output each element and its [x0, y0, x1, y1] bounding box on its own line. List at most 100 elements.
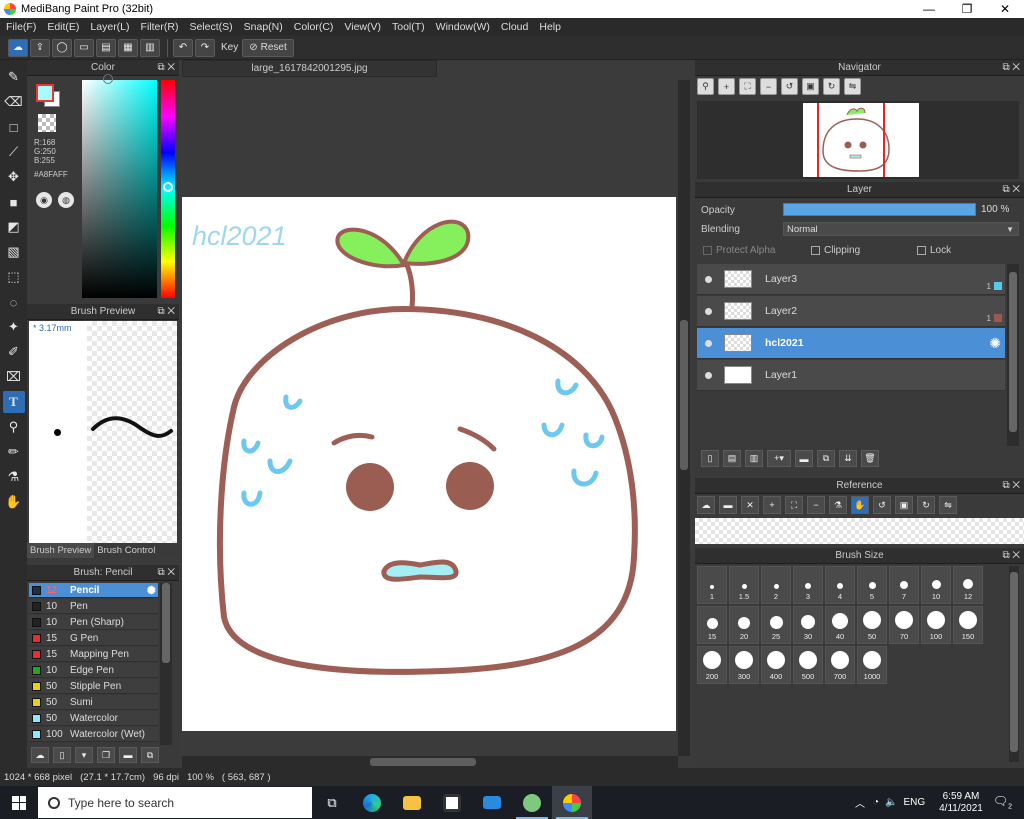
- merge-down-icon[interactable]: ⇊: [839, 450, 857, 467]
- tab-brush-preview[interactable]: Brush Preview: [27, 543, 95, 558]
- brush-item[interactable]: 50 Watercolor: [29, 711, 158, 726]
- add-brush-icon[interactable]: ▾: [75, 747, 93, 763]
- new-brush-icon[interactable]: ▯: [53, 747, 71, 763]
- select-eraser-tool-icon[interactable]: ⌧: [3, 366, 25, 388]
- brush-size-option[interactable]: 15: [697, 606, 727, 644]
- menu-edit[interactable]: Edit(E): [47, 21, 79, 33]
- layer-row-hcl2021[interactable]: hcl2021 ✺: [697, 328, 1005, 359]
- scroll-thumb[interactable]: [1009, 272, 1017, 432]
- transparent-color-swatch[interactable]: [38, 114, 56, 132]
- divide-tool-icon[interactable]: ✏: [3, 441, 25, 463]
- rotate-right-icon[interactable]: ↻: [917, 496, 935, 514]
- cloud-brush-icon[interactable]: ☁: [31, 747, 49, 763]
- network-icon[interactable]: ◔: [873, 797, 879, 808]
- notifications-icon[interactable]: 🗨2: [993, 794, 1012, 810]
- duplicate-icon[interactable]: ⧉: [141, 747, 159, 763]
- brush-size-option[interactable]: 150: [953, 606, 983, 644]
- close-icon[interactable]: ✕: [741, 496, 759, 514]
- gradient-tool-icon[interactable]: ▧: [3, 241, 25, 263]
- chevron-up-icon[interactable]: ︿: [855, 795, 865, 810]
- menu-help[interactable]: Help: [539, 21, 561, 33]
- brush-size-option[interactable]: 12: [953, 566, 983, 604]
- minimize-button[interactable]: —: [910, 0, 948, 18]
- layer-row-layer2[interactable]: Layer2 1: [697, 296, 1005, 327]
- saturation-value-knob[interactable]: [103, 74, 113, 84]
- fill-rect-tool-icon[interactable]: ■: [3, 191, 25, 213]
- brush-size-option[interactable]: 3: [793, 566, 823, 604]
- menu-filter[interactable]: Filter(R): [141, 21, 179, 33]
- brush-item[interactable]: 50 Stipple Pen: [29, 679, 158, 694]
- brush-item[interactable]: 15 G Pen: [29, 631, 158, 646]
- brush-size-option[interactable]: 2: [761, 566, 791, 604]
- redo-icon[interactable]: ↷: [195, 38, 215, 57]
- zoom-in-icon[interactable]: +: [718, 78, 735, 95]
- protect-alpha-checkbox[interactable]: Protect Alpha: [703, 245, 775, 256]
- panel-float-close-icon[interactable]: ⧉ ✕: [157, 62, 175, 73]
- brush-size-option[interactable]: 1000: [857, 646, 887, 684]
- menu-snap[interactable]: Snap(N): [244, 21, 283, 33]
- folder-icon[interactable]: ▬: [795, 450, 813, 467]
- brush-size-option[interactable]: 700: [825, 646, 855, 684]
- rotate-right-icon[interactable]: ↻: [823, 78, 840, 95]
- brush-item[interactable]: 10 Pen (Sharp): [29, 615, 158, 630]
- layer-list-scrollbar[interactable]: [1007, 264, 1019, 446]
- new-layer-8bit-icon[interactable]: ▤: [723, 450, 741, 467]
- lock-checkbox[interactable]: Lock: [917, 245, 951, 256]
- canvas-horizontal-scrollbar[interactable]: [182, 756, 678, 768]
- menu-layer[interactable]: Layer(L): [90, 21, 129, 33]
- brush-size-option[interactable]: 30: [793, 606, 823, 644]
- task-view-icon[interactable]: ⧉: [312, 786, 352, 819]
- flip-horizontal-icon[interactable]: ⇋: [939, 496, 957, 514]
- undo-icon[interactable]: ↶: [173, 38, 193, 57]
- add-layer-menu-icon[interactable]: +▾: [767, 450, 791, 467]
- brush-size-option[interactable]: 7: [889, 566, 919, 604]
- clipping-checkbox[interactable]: Clipping: [811, 245, 860, 256]
- canvas-vertical-scrollbar[interactable]: [678, 80, 690, 756]
- brush-size-option[interactable]: 200: [697, 646, 727, 684]
- tab-brush-control[interactable]: Brush Control: [94, 543, 158, 558]
- brush-item[interactable]: 15 Mapping Pen: [29, 647, 158, 662]
- bucket-tool-icon[interactable]: ◩: [3, 216, 25, 238]
- hand-tool-icon[interactable]: ✋: [3, 491, 25, 513]
- cloud-icon[interactable]: ☁: [8, 38, 28, 57]
- brush-size-option[interactable]: 70: [889, 606, 919, 644]
- gear-icon[interactable]: ✺: [147, 584, 156, 597]
- copy-brush-icon[interactable]: ❐: [97, 747, 115, 763]
- reset-button[interactable]: ⊘ Reset: [242, 38, 294, 57]
- panel-float-close-icon[interactable]: ⧉ ✕: [1002, 480, 1020, 491]
- hue-knob[interactable]: [163, 182, 173, 192]
- brush-size-option[interactable]: 50: [857, 606, 887, 644]
- brush-size-option[interactable]: 20: [729, 606, 759, 644]
- panel-float-close-icon[interactable]: ⧉ ✕: [157, 567, 175, 578]
- visibility-icon[interactable]: [705, 307, 712, 315]
- brush-item[interactable]: 50 Sumi: [29, 695, 158, 710]
- scroll-thumb[interactable]: [680, 320, 688, 470]
- eraser-tool-icon[interactable]: ⌫: [3, 91, 25, 113]
- panel-float-close-icon[interactable]: ⧉ ✕: [1002, 550, 1020, 561]
- brush-size-option[interactable]: 1.5: [729, 566, 759, 604]
- scroll-thumb[interactable]: [370, 758, 476, 766]
- magic-wand-tool-icon[interactable]: ✦: [3, 316, 25, 338]
- gear-icon[interactable]: ✺: [989, 335, 1001, 352]
- menu-color[interactable]: Color(C): [294, 21, 334, 33]
- select-pen-tool-icon[interactable]: ✐: [3, 341, 25, 363]
- shape-tool-icon[interactable]: □: [3, 116, 25, 138]
- zoom-out-icon[interactable]: −: [807, 496, 825, 514]
- file-explorer-icon[interactable]: [392, 786, 432, 819]
- mail-icon[interactable]: [472, 786, 512, 819]
- palette-icon[interactable]: ◉: [36, 192, 52, 208]
- scroll-thumb[interactable]: [1010, 572, 1018, 752]
- eyedropper-icon[interactable]: ⚗: [829, 496, 847, 514]
- viewport-frame[interactable]: [817, 103, 885, 177]
- visibility-icon[interactable]: [705, 275, 712, 283]
- store-icon[interactable]: [432, 786, 472, 819]
- menu-window[interactable]: Window(W): [436, 21, 490, 33]
- menu-file[interactable]: File(F): [6, 21, 36, 33]
- actual-size-icon[interactable]: ⛶: [785, 496, 803, 514]
- clock[interactable]: 6:59 AM 4/11/2021: [939, 791, 983, 815]
- blending-select[interactable]: Normal ▼: [783, 222, 1019, 236]
- brush-list-scrollbar[interactable]: [160, 583, 172, 745]
- share-icon[interactable]: ⇪: [30, 38, 50, 57]
- menu-view[interactable]: View(V): [344, 21, 381, 33]
- menu-select[interactable]: Select(S): [189, 21, 232, 33]
